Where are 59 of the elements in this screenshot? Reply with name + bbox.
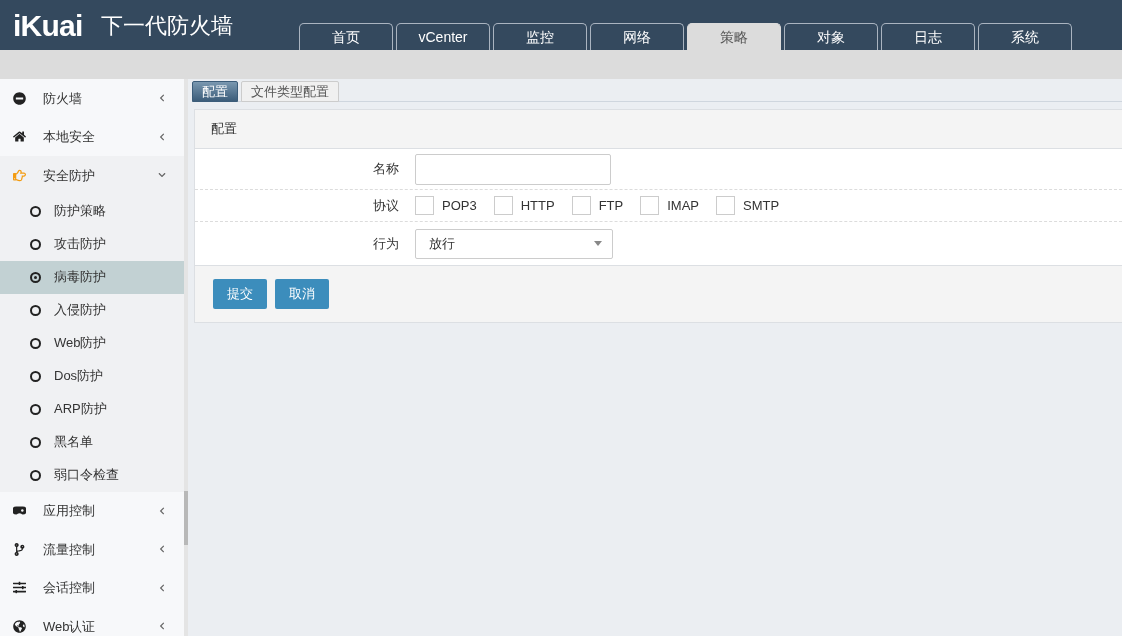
sidebar-item[interactable]: Web认证 [0, 607, 184, 636]
sidebar-item[interactable]: 流量控制 [0, 530, 184, 569]
logo: iKuai [13, 7, 83, 44]
chevron-left-icon [158, 506, 166, 515]
field-label: 名称 [372, 160, 399, 179]
chevron-left-icon [158, 622, 166, 631]
sidebar-subitem[interactable]: 入侵防护 [0, 293, 184, 327]
checkbox-label: SMTP [743, 196, 780, 215]
field-label: 协议 [372, 196, 399, 215]
sidebar-subitem[interactable]: Dos防护 [0, 359, 184, 393]
checkbox-label: POP3 [442, 196, 477, 215]
action-button[interactable]: 提交 [213, 279, 267, 309]
nav-tab[interactable]: 网络 [590, 23, 684, 50]
nav-tab[interactable]: 监控 [493, 23, 587, 50]
sidebar-item[interactable]: 防火墙 [0, 79, 184, 118]
sliders-icon [13, 581, 26, 595]
app-title: 下一代防火墙 [100, 11, 233, 40]
sidebar-item[interactable]: 本地安全 [0, 117, 184, 156]
chevron-down-icon [158, 171, 166, 180]
sidebar-item[interactable]: 会话控制 [0, 568, 184, 607]
chevron-left-icon [158, 132, 166, 141]
nav-tab[interactable]: 系统 [978, 23, 1072, 50]
sidebar-subitem[interactable]: 弱口令检查 [0, 458, 184, 492]
sidebar-subitem[interactable]: 攻击防护 [0, 227, 184, 261]
checkbox[interactable] [571, 196, 591, 215]
globe-icon [13, 619, 26, 633]
checkbox[interactable] [640, 196, 660, 215]
sidebar-subitem[interactable]: 防护策略 [0, 194, 184, 228]
checkbox[interactable] [493, 196, 513, 215]
sub-tab[interactable]: 文件类型配置 [241, 81, 339, 102]
panel-title: 配置 [211, 120, 237, 139]
field-label: 行为 [372, 234, 399, 253]
nav-tab[interactable]: 对象 [784, 23, 878, 50]
checkbox[interactable] [716, 196, 735, 215]
caret-icon [594, 241, 602, 246]
checkbox-label: HTTP [520, 196, 555, 215]
sidebar-subitem[interactable]: 黑名单 [0, 425, 184, 459]
nav-tab[interactable]: vCenter [396, 23, 490, 50]
hand-pointer-icon [13, 168, 26, 182]
chevron-left-icon [158, 583, 166, 592]
chevron-left-icon [158, 545, 166, 554]
action-dropdown[interactable]: 放行 [415, 228, 613, 259]
chevron-left-icon [158, 94, 166, 103]
home-icon [13, 130, 26, 144]
checkbox[interactable] [415, 196, 434, 215]
nav-tab[interactable]: 策略 [687, 23, 781, 50]
sidebar-subitem[interactable]: Web防护 [0, 326, 184, 360]
name-input-field[interactable] [415, 153, 611, 185]
checkbox-label: IMAP [667, 196, 699, 215]
nav-tab[interactable]: 日志 [881, 23, 975, 50]
sub-tab[interactable]: 配置 [192, 81, 238, 102]
branch-icon [13, 542, 26, 556]
sidebar-subitem[interactable]: ARP防护 [0, 392, 184, 426]
sidebar-item[interactable]: 安全防护 [0, 156, 184, 195]
nav-tab[interactable]: 首页 [299, 23, 393, 50]
sidebar-subitem[interactable]: 病毒防护 [0, 260, 184, 294]
checkbox-label: FTP [598, 196, 624, 215]
sidebar-item[interactable]: 应用控制 [0, 491, 184, 530]
action-button[interactable]: 取消 [275, 279, 329, 309]
